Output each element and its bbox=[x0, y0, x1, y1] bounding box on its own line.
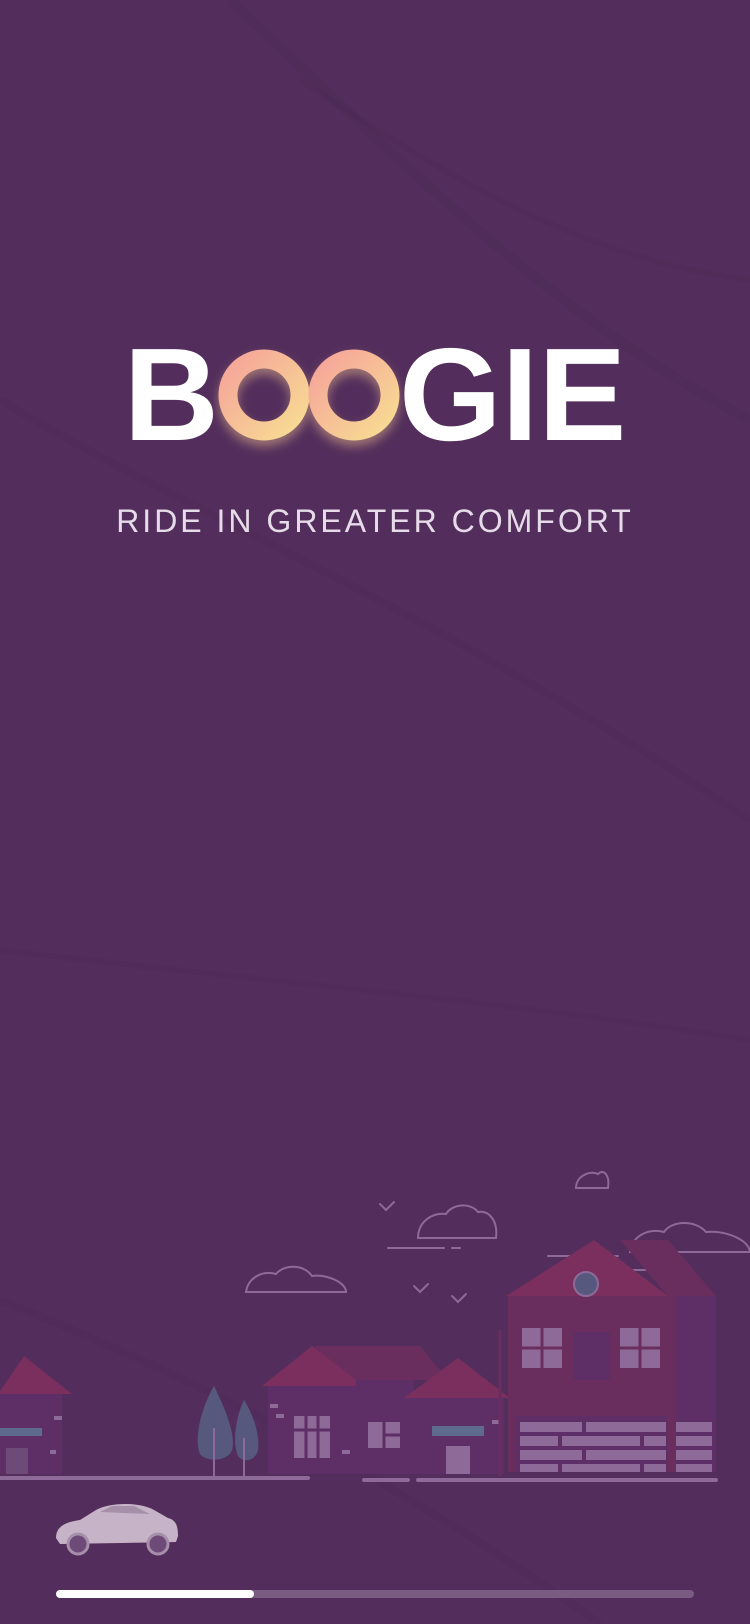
bird-2 bbox=[413, 1283, 429, 1294]
ground-lines bbox=[0, 1476, 718, 1482]
logo-letters-gie: GIE bbox=[398, 321, 627, 468]
left-house bbox=[0, 1356, 72, 1474]
town-illustration bbox=[0, 1170, 750, 1556]
loading-progress-fill bbox=[56, 1590, 254, 1598]
car bbox=[56, 1504, 178, 1556]
app-logo: B GIE bbox=[0, 329, 750, 461]
trees bbox=[197, 1386, 259, 1476]
cloud-4 bbox=[574, 1170, 610, 1189]
loading-progress-bar bbox=[56, 1590, 694, 1598]
cloud-2 bbox=[244, 1265, 348, 1293]
cloud-1 bbox=[416, 1204, 498, 1239]
bird-1 bbox=[379, 1201, 395, 1212]
logo-ring-o-1 bbox=[218, 349, 310, 441]
middle-houses bbox=[262, 1346, 510, 1474]
logo-ring-o-2 bbox=[308, 349, 400, 441]
bird-3 bbox=[451, 1293, 467, 1304]
tagline: RIDE IN GREATER COMFORT bbox=[116, 503, 634, 539]
logo-letter-b: B bbox=[123, 321, 219, 468]
right-house bbox=[498, 1240, 716, 1476]
